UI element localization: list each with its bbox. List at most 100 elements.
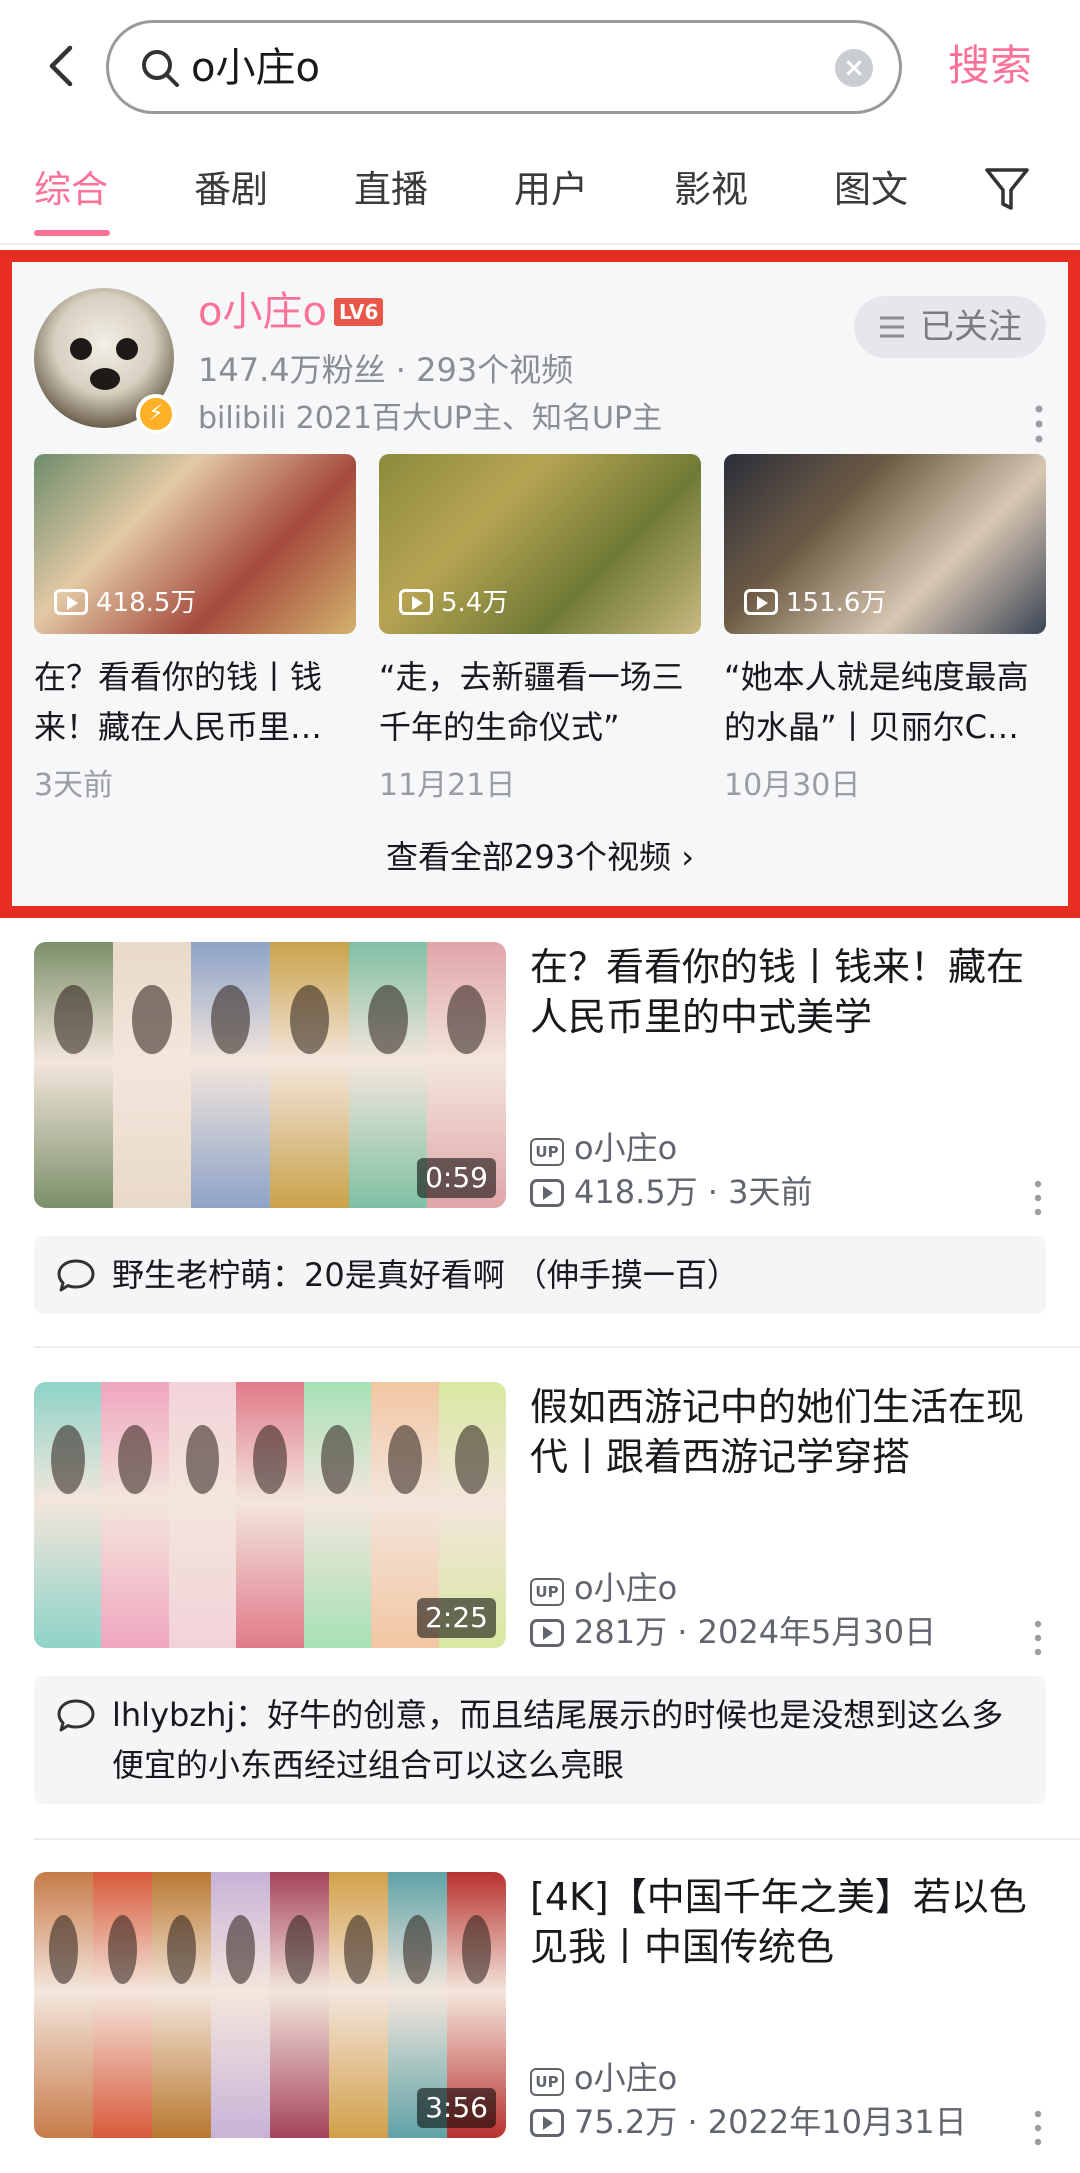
play-count-icon <box>530 1179 564 1207</box>
comment-icon <box>57 1259 95 1292</box>
comment-icon <box>57 1699 95 1732</box>
uploader-name: o小庄o <box>574 1569 678 1607</box>
thumbnail-strip <box>236 1382 304 1648</box>
tab-live[interactable]: 直播 <box>354 164 428 216</box>
video-stats: 418.5万 · 3天前 <box>530 1170 813 1214</box>
uploader-name: o小庄o <box>574 1129 678 1167</box>
card-video-item[interactable]: 5.4万 “走，去新疆看一场三千年的生命仪式” 11月21日 <box>379 454 701 806</box>
view-count-text: 75.2万 <box>574 2103 678 2141</box>
view-count: 151.6万 <box>744 586 886 620</box>
video-duration: 3:56 <box>417 2088 496 2128</box>
video-thumbnail[interactable]: 0:59 <box>34 942 506 1208</box>
thumbnail-strip <box>34 1382 102 1648</box>
video-thumbnail[interactable]: 151.6万 <box>724 454 1046 634</box>
play-count-icon <box>530 2109 564 2137</box>
avatar-eye <box>70 338 92 360</box>
top-comment[interactable]: 野生老柠萌：20是真好看啊 （伸手摸一百） <box>34 1236 1046 1314</box>
view-count-text: 5.4万 <box>441 588 509 618</box>
uploader[interactable]: UP o小庄o <box>530 2056 677 2100</box>
search-input[interactable]: o小庄o × <box>106 20 902 114</box>
more-options-icon[interactable] <box>1032 402 1046 446</box>
user-result-card[interactable]: ⚡ o小庄o LV6 已关注 147.4万粉丝 · 293个视频 bilibil… <box>0 250 1080 918</box>
view-all-videos-link[interactable]: 查看全部293个视频 › <box>12 834 1068 880</box>
tab-film[interactable]: 影视 <box>674 164 748 216</box>
video-thumbnail[interactable]: 2:25 <box>34 1382 506 1648</box>
video-duration: 0:59 <box>417 1158 496 1198</box>
video-title[interactable]: “走，去新疆看一场三千年的生命仪式” <box>379 652 701 752</box>
up-icon: UP <box>530 2068 564 2096</box>
view-count: 5.4万 <box>399 586 508 620</box>
view-count-text: 151.6万 <box>786 588 887 618</box>
user-description: bilibili 2021百大UP主、知名UP主 <box>198 401 663 436</box>
view-count: 418.5万 <box>54 586 196 620</box>
thumbnail-strip <box>348 942 428 1208</box>
tab-articles[interactable]: 图文 <box>834 164 908 216</box>
video-title[interactable]: 在？看看你的钱丨钱来！藏在人民币里的中式美学 <box>530 942 1046 1042</box>
list-item[interactable]: 3:56 [4K]【中国千年之美】若以色见我丨中国传统色 UP o小庄o 75.2… <box>34 1872 1046 2146</box>
video-stats: 281万 · 2024年5月30日 <box>530 1610 936 1654</box>
play-count-icon <box>54 589 88 615</box>
divider <box>34 1346 1080 1348</box>
uploader[interactable]: UP o小庄o <box>530 1566 677 1610</box>
comment-text: lhlybzhj：好牛的创意，而且结尾展示的时候也是没想到这么多便宜的小东西经过… <box>112 1696 1004 1784</box>
user-stats: 147.4万粉丝 · 293个视频 <box>198 351 574 389</box>
video-date: 3天前 <box>34 768 114 803</box>
divider <box>34 1838 1080 1840</box>
avatar-eye <box>116 338 138 360</box>
thumbnail-strip <box>152 1872 211 2138</box>
video-thumbnail[interactable]: 418.5万 <box>34 454 356 634</box>
video-date: 10月30日 <box>724 768 861 803</box>
search-header: o小庄o × 搜索 <box>0 0 1080 135</box>
follow-button[interactable]: 已关注 <box>854 296 1046 358</box>
video-title[interactable]: 在？看看你的钱丨钱来！藏在人民币里… <box>34 652 356 752</box>
publish-date: 2022年10月31日 <box>707 2103 967 2141</box>
back-arrow-icon[interactable] <box>40 40 86 92</box>
view-count-text: 281万 <box>574 1613 668 1651</box>
filter-icon[interactable] <box>982 164 1032 214</box>
thumbnail-strip <box>34 1872 93 2138</box>
more-options-icon[interactable] <box>1032 1618 1044 1658</box>
video-thumbnail[interactable]: 3:56 <box>34 1872 506 2138</box>
video-thumbnail[interactable]: 5.4万 <box>379 454 701 634</box>
search-button[interactable]: 搜索 <box>948 38 1032 94</box>
search-icon <box>142 50 179 87</box>
video-title[interactable]: “她本人就是纯度最高的水晶”丨贝丽尔C… <box>724 652 1046 752</box>
tab-users[interactable]: 用户 <box>514 164 588 216</box>
top-comment[interactable]: lhlybzhj：好牛的创意，而且结尾展示的时候也是没想到这么多便宜的小东西经过… <box>34 1676 1046 1804</box>
comment-text: 野生老柠萌：20是真好看啊 （伸手摸一百） <box>112 1256 739 1294</box>
thumbnail-strip <box>191 942 271 1208</box>
more-options-icon[interactable] <box>1032 2108 1044 2148</box>
publish-date: 3天前 <box>728 1173 813 1211</box>
avatar-nose <box>90 368 120 390</box>
clear-icon[interactable]: × <box>835 49 873 87</box>
thumbnail-strip <box>270 1872 329 2138</box>
card-video-item[interactable]: 418.5万 在？看看你的钱丨钱来！藏在人民币里… 3天前 <box>34 454 356 806</box>
follow-button-label: 已关注 <box>920 307 1022 347</box>
video-stats: 75.2万 · 2022年10月31日 <box>530 2100 967 2144</box>
thumbnail-strip <box>329 1872 388 2138</box>
more-options-icon[interactable] <box>1032 1178 1044 1218</box>
play-count-icon <box>530 1619 564 1647</box>
uploader[interactable]: UP o小庄o <box>530 1126 677 1170</box>
tab-all[interactable]: 综合 <box>34 164 108 216</box>
card-video-item[interactable]: 151.6万 “她本人就是纯度最高的水晶”丨贝丽尔C… 10月30日 <box>724 454 1046 806</box>
video-title[interactable]: 假如西游记中的她们生活在现代丨跟着西游记学穿搭 <box>530 1382 1046 1482</box>
tab-bar: 综合 番剧 直播 用户 影视 图文 <box>0 150 1080 245</box>
verified-icon: ⚡ <box>136 394 176 434</box>
publish-date: 2024年5月30日 <box>697 1613 937 1651</box>
video-duration: 2:25 <box>417 1598 496 1638</box>
up-icon: UP <box>530 1138 564 1166</box>
active-tab-indicator <box>34 230 110 236</box>
list-item[interactable]: 0:59 在？看看你的钱丨钱来！藏在人民币里的中式美学 UP o小庄o 418.5… <box>34 942 1046 1216</box>
video-title[interactable]: [4K]【中国千年之美】若以色见我丨中国传统色 <box>530 1872 1046 1972</box>
up-icon: UP <box>530 1578 564 1606</box>
thumbnail-strip <box>211 1872 270 2138</box>
list-item[interactable]: 2:25 假如西游记中的她们生活在现代丨跟着西游记学穿搭 UP o小庄o 281万… <box>34 1382 1046 1656</box>
uploader-name: o小庄o <box>574 2059 678 2097</box>
user-name[interactable]: o小庄o <box>198 286 327 338</box>
tab-anime[interactable]: 番剧 <box>194 164 268 216</box>
search-query-text[interactable]: o小庄o <box>191 43 320 93</box>
level-badge: LV6 <box>334 298 384 326</box>
view-count-text: 418.5万 <box>574 1173 698 1211</box>
thumbnail-strip <box>168 1382 237 1648</box>
